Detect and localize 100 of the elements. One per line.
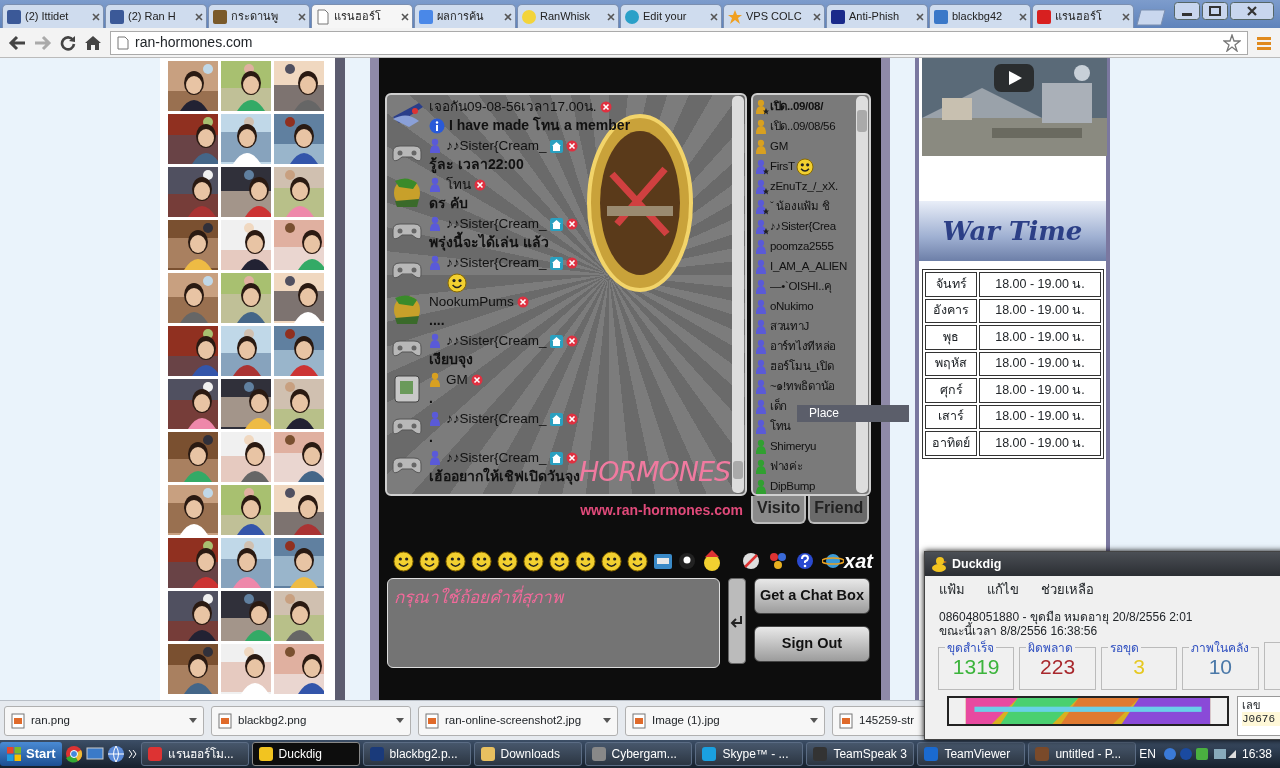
maximize-icon[interactable] (1202, 2, 1228, 20)
user-name[interactable]: ♪♪Sister{Cream_ (446, 136, 547, 157)
star-icon[interactable] (1223, 33, 1241, 52)
smiley-icon[interactable] (471, 550, 492, 572)
user-list-item[interactable]: ฮอร์โมน_เปิด (770, 358, 834, 376)
user-list-item[interactable]: ♪♪Sister{Crea (770, 218, 836, 236)
taskbar-button[interactable]: Downloads (473, 742, 582, 766)
user-list-item[interactable]: zEnuTz_/_xX. (770, 178, 838, 196)
user-list-item[interactable]: FirsT (770, 158, 795, 176)
user-list-item[interactable]: อาร์ทไงทีหล่อ (770, 338, 836, 356)
user-list-item[interactable]: GM (770, 138, 788, 156)
close-icon[interactable] (516, 296, 529, 309)
help-icon[interactable] (796, 552, 815, 570)
address-bar[interactable]: ran-hormones.com (110, 30, 1248, 55)
user-name[interactable]: ♪♪Sister{Cream_ (446, 253, 547, 274)
close-icon[interactable] (565, 413, 578, 426)
menu-item[interactable]: แก้ไข (987, 580, 1019, 600)
home-icon[interactable] (549, 334, 563, 348)
chat-button[interactable]: Sign Out (754, 626, 870, 662)
smiley-icon[interactable] (549, 550, 570, 572)
user-list-item[interactable]: I_AM_A_ALIEN (770, 258, 847, 276)
clock[interactable]: 16:38 (1242, 745, 1273, 763)
browser-tab[interactable]: VPS COLC (723, 4, 825, 28)
smiley-icon[interactable] (523, 550, 544, 572)
home-icon[interactable] (84, 34, 102, 51)
user-list-item[interactable]: เด็ก (770, 398, 788, 416)
user-list-item[interactable]: เปิด..09/08/56 (770, 118, 836, 136)
close-icon[interactable] (565, 452, 578, 465)
home-icon[interactable] (549, 139, 563, 153)
globe-icon[interactable] (106, 745, 125, 763)
tray-icons[interactable] (1162, 746, 1236, 762)
send-button[interactable] (728, 578, 746, 664)
download-item[interactable]: ran-online-screenshot2.jpg (418, 705, 618, 736)
browser-tab[interactable]: กระดานพู (208, 4, 310, 28)
user-name[interactable]: โทน (446, 175, 471, 196)
smiley-icon[interactable] (575, 550, 596, 572)
close-icon[interactable] (565, 218, 578, 231)
taskbar-button[interactable]: Duckdig (251, 742, 360, 766)
taskbar-button[interactable]: untitled - P... (1028, 742, 1137, 766)
taskbar-button[interactable]: TeamSpeak 3 (806, 742, 915, 766)
new-tab-icon[interactable] (1135, 8, 1167, 26)
user-list-item[interactable]: oNukimo (770, 298, 814, 316)
user-list-item[interactable]: DipBump (770, 478, 816, 494)
start-button[interactable]: Start (0, 742, 62, 766)
menu-item[interactable]: ช่วยเหลือ (1041, 580, 1094, 600)
chat-button[interactable]: Get a Chat Box (754, 578, 870, 614)
mute-icon[interactable] (742, 552, 761, 570)
download-item[interactable]: ran.png (4, 705, 204, 736)
people-icon[interactable] (768, 551, 789, 571)
smiley-icon[interactable] (419, 550, 440, 572)
chrome-icon[interactable] (64, 745, 83, 763)
taskbar-button[interactable]: blackbg2.p... (362, 742, 471, 766)
close-icon[interactable] (565, 335, 578, 348)
list-tab[interactable]: Friend (808, 496, 870, 524)
browser-tab[interactable]: Edit your (620, 4, 722, 28)
language-indicator[interactable]: EN (1139, 745, 1156, 763)
reload-icon[interactable] (60, 34, 76, 51)
close-icon[interactable] (474, 179, 486, 192)
close-icon[interactable] (565, 140, 578, 153)
browser-tab[interactable]: (2) Ittidet (2, 4, 104, 28)
user-name[interactable]: NookumPums (429, 292, 514, 313)
scrollbar[interactable] (732, 96, 744, 493)
user-list-item[interactable]: ˇ น้องแฟ้ม ชิ (770, 198, 830, 216)
smiley-icon[interactable] (497, 550, 518, 572)
code-field[interactable]: เลข J0676 (1237, 695, 1280, 736)
user-list-item[interactable]: โทน (770, 418, 792, 436)
browser-tab[interactable]: Anti-Phish (826, 4, 928, 28)
close-icon[interactable] (504, 12, 512, 21)
browser-tab[interactable]: แรนฮอร์โ (1032, 4, 1134, 28)
close-icon[interactable] (401, 12, 409, 21)
browser-tab[interactable]: blackbg42 (929, 4, 1031, 28)
close-icon[interactable] (607, 12, 615, 21)
close-icon[interactable] (1230, 2, 1274, 20)
close-icon[interactable] (1122, 12, 1130, 21)
user-name[interactable]: เจอกัน09-08-56เวลา17.00น. (429, 97, 597, 118)
smiley-icon[interactable] (601, 550, 622, 572)
taskbar-button[interactable]: TeamViewer (917, 742, 1026, 766)
download-item[interactable]: blackbg2.png (211, 705, 411, 736)
browser-tab[interactable]: แรนฮอร์โ (311, 4, 413, 28)
close-icon[interactable] (813, 12, 821, 21)
close-icon[interactable] (470, 374, 483, 387)
close-icon[interactable] (565, 257, 578, 270)
party-smiley-icon[interactable] (701, 550, 723, 572)
user-name[interactable]: ♪♪Sister{Cream_ (446, 448, 547, 469)
user-list-item[interactable]: เปิด..09/08/ (770, 98, 824, 116)
close-icon[interactable] (92, 12, 100, 21)
user-list-item[interactable]: poomza2555 (770, 238, 834, 256)
play-button[interactable] (994, 64, 1034, 92)
smiley-icon[interactable] (393, 550, 414, 572)
desktop-icon[interactable] (85, 746, 104, 762)
user-name[interactable]: ♪♪Sister{Cream_ (446, 409, 547, 430)
user-name[interactable]: GM (446, 370, 468, 391)
home-icon[interactable] (549, 256, 563, 270)
minimize-icon[interactable] (1174, 2, 1200, 20)
home-icon[interactable] (549, 412, 563, 426)
download-item[interactable]: Image (1).jpg (625, 705, 825, 736)
scrollbar[interactable] (856, 96, 868, 493)
browser-tab[interactable]: RanWhisk (517, 4, 619, 28)
message-input[interactable]: กรุณาใช้ถ้อยคำที่สุภาพ (387, 578, 720, 668)
home-icon[interactable] (549, 451, 563, 465)
